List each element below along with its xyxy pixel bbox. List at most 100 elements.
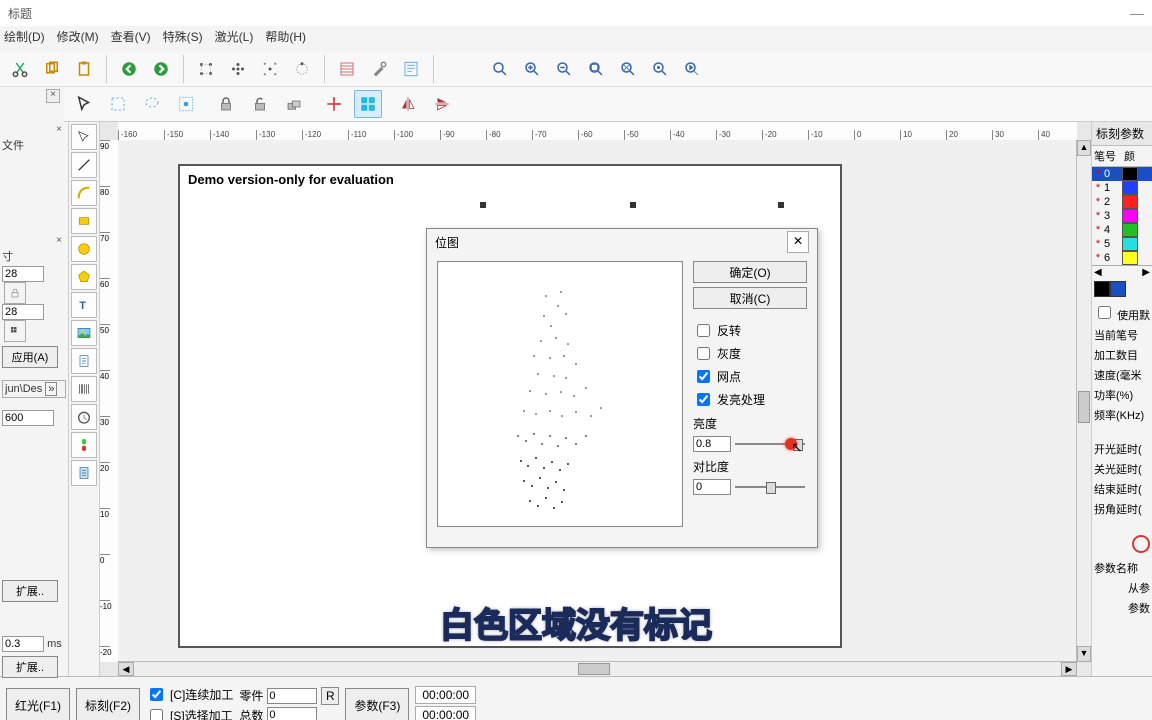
text-tool-icon[interactable]: T (71, 292, 97, 318)
path-more-icon[interactable]: » (45, 382, 57, 396)
contrast-slider[interactable] (735, 480, 805, 494)
pen-scroll-right-icon[interactable]: ▶ (1142, 267, 1152, 278)
h-scrollbar[interactable]: ◀ ▶ (118, 661, 1077, 676)
encoder-tool-icon[interactable] (71, 460, 97, 486)
timer-tool-icon[interactable] (71, 404, 97, 430)
select-mark-checkbox[interactable]: [S]选择加工 (146, 706, 233, 720)
pen-row[interactable]: *3 (1092, 209, 1152, 223)
menu-draw[interactable]: 绘制(D) (4, 28, 45, 50)
lock-all-icon[interactable] (280, 90, 308, 118)
height-input[interactable] (2, 304, 44, 320)
polygon-tool-icon[interactable] (71, 264, 97, 290)
node-edit-icon[interactable] (71, 124, 97, 150)
undo-icon[interactable] (115, 55, 143, 83)
pen-row[interactable]: *1 (1092, 181, 1152, 195)
pen-row[interactable]: *6 (1092, 251, 1152, 265)
color-palette[interactable] (1092, 279, 1152, 299)
selection-handle[interactable] (630, 202, 636, 208)
scroll-down-icon[interactable]: ▼ (1077, 646, 1091, 662)
pen-row[interactable]: *2 (1092, 195, 1152, 209)
circle-tool-icon[interactable] (71, 236, 97, 262)
snap-node-icon[interactable] (288, 55, 316, 83)
dpi-input[interactable] (2, 410, 54, 426)
selection-handle[interactable] (778, 202, 784, 208)
redo-icon[interactable] (147, 55, 175, 83)
brightness-slider[interactable]: ↖ (735, 437, 805, 451)
invert-checkbox[interactable]: 反转 (693, 321, 807, 340)
menu-modify[interactable]: 修改(M) (57, 28, 99, 50)
origin-icon[interactable] (320, 90, 348, 118)
snap-endpoint-icon[interactable] (192, 55, 220, 83)
select-rect-icon[interactable] (104, 90, 132, 118)
barcode-tool-icon[interactable] (71, 376, 97, 402)
pen-list[interactable]: *0*1*2*3*4*5*6 (1092, 167, 1152, 265)
brighten-checkbox[interactable]: 发亮处理 (693, 390, 807, 409)
mirror-v-icon[interactable] (428, 90, 456, 118)
properties-icon[interactable] (397, 55, 425, 83)
panel1-close-icon[interactable]: × (2, 124, 66, 135)
ok-button[interactable]: 确定(O) (693, 261, 807, 283)
width-input[interactable] (2, 266, 44, 282)
v-scrollbar[interactable]: ▲ ▼ (1076, 140, 1091, 662)
canvas[interactable]: Demo version-only for evaluation 位图 ✕ (118, 140, 1077, 662)
red-light-button[interactable]: 红光(F1) (6, 688, 70, 720)
aspect-lock-icon[interactable] (4, 282, 26, 304)
panel-close-icon[interactable]: × (46, 89, 60, 103)
expand-button-2[interactable]: 扩展.. (2, 656, 58, 678)
brightness-input[interactable] (693, 436, 731, 452)
menu-help[interactable]: 帮助(H) (265, 28, 306, 50)
menu-view[interactable]: 查看(V) (111, 28, 151, 50)
io-tool-icon[interactable] (71, 432, 97, 458)
palette-swatch[interactable] (1110, 281, 1126, 297)
snap-center-icon[interactable] (256, 55, 284, 83)
curve-tool-icon[interactable] (71, 180, 97, 206)
reset-button[interactable]: R (321, 687, 339, 705)
paste-icon[interactable] (70, 55, 98, 83)
vector-import-icon[interactable] (71, 348, 97, 374)
cut-icon[interactable] (6, 55, 34, 83)
tools-icon[interactable] (365, 55, 393, 83)
palette-swatch[interactable] (1094, 281, 1110, 297)
zoom-window-icon[interactable] (582, 55, 610, 83)
hatch-icon[interactable] (333, 55, 361, 83)
lock-icon[interactable] (212, 90, 240, 118)
rect-tool-icon[interactable] (71, 208, 97, 234)
scroll-right-icon[interactable]: ▶ (1061, 662, 1077, 676)
total-input[interactable] (267, 707, 317, 720)
pen-row[interactable]: *0 (1092, 167, 1152, 181)
zoom-all-icon[interactable] (614, 55, 642, 83)
expand-button-1[interactable]: 扩展.. (2, 580, 58, 602)
snap-grid-icon[interactable] (224, 55, 252, 83)
zoom-out-icon[interactable] (550, 55, 578, 83)
pen-row[interactable]: *5 (1092, 237, 1152, 251)
part-input[interactable] (267, 688, 317, 704)
pen-row[interactable]: *4 (1092, 223, 1152, 237)
minimize-icon[interactable]: — (1130, 5, 1144, 21)
cancel-button[interactable]: 取消(C) (693, 287, 807, 309)
zoom-prev-icon[interactable] (678, 55, 706, 83)
line-tool-icon[interactable] (71, 152, 97, 178)
zoom-in-icon[interactable] (518, 55, 546, 83)
dither-checkbox[interactable]: 网点 (693, 367, 807, 386)
select-all-icon[interactable] (172, 90, 200, 118)
contrast-input[interactable] (693, 479, 731, 495)
select-lasso-icon[interactable] (138, 90, 166, 118)
panel2-close-icon[interactable]: × (2, 235, 66, 246)
zoom-sel-icon[interactable] (646, 55, 674, 83)
params-f3-button[interactable]: 参数(F3) (345, 688, 409, 720)
close-icon[interactable]: ✕ (787, 231, 809, 253)
selection-handle[interactable] (480, 202, 486, 208)
scroll-left-icon[interactable]: ◀ (118, 662, 134, 676)
pointer-icon[interactable] (70, 90, 98, 118)
menu-laser[interactable]: 激光(L) (215, 28, 254, 50)
mark-button[interactable]: 标刻(F2) (76, 688, 140, 720)
scroll-up-icon[interactable]: ▲ (1077, 140, 1091, 156)
continuous-checkbox[interactable]: [C]连续加工 (146, 685, 233, 704)
image-tool-icon[interactable] (71, 320, 97, 346)
delay-input[interactable] (2, 636, 44, 652)
work-page[interactable]: Demo version-only for evaluation 位图 ✕ (178, 164, 842, 648)
array-icon[interactable] (354, 90, 382, 118)
mirror-h-icon[interactable] (394, 90, 422, 118)
gray-checkbox[interactable]: 灰度 (693, 344, 807, 363)
unlock-icon[interactable] (246, 90, 274, 118)
